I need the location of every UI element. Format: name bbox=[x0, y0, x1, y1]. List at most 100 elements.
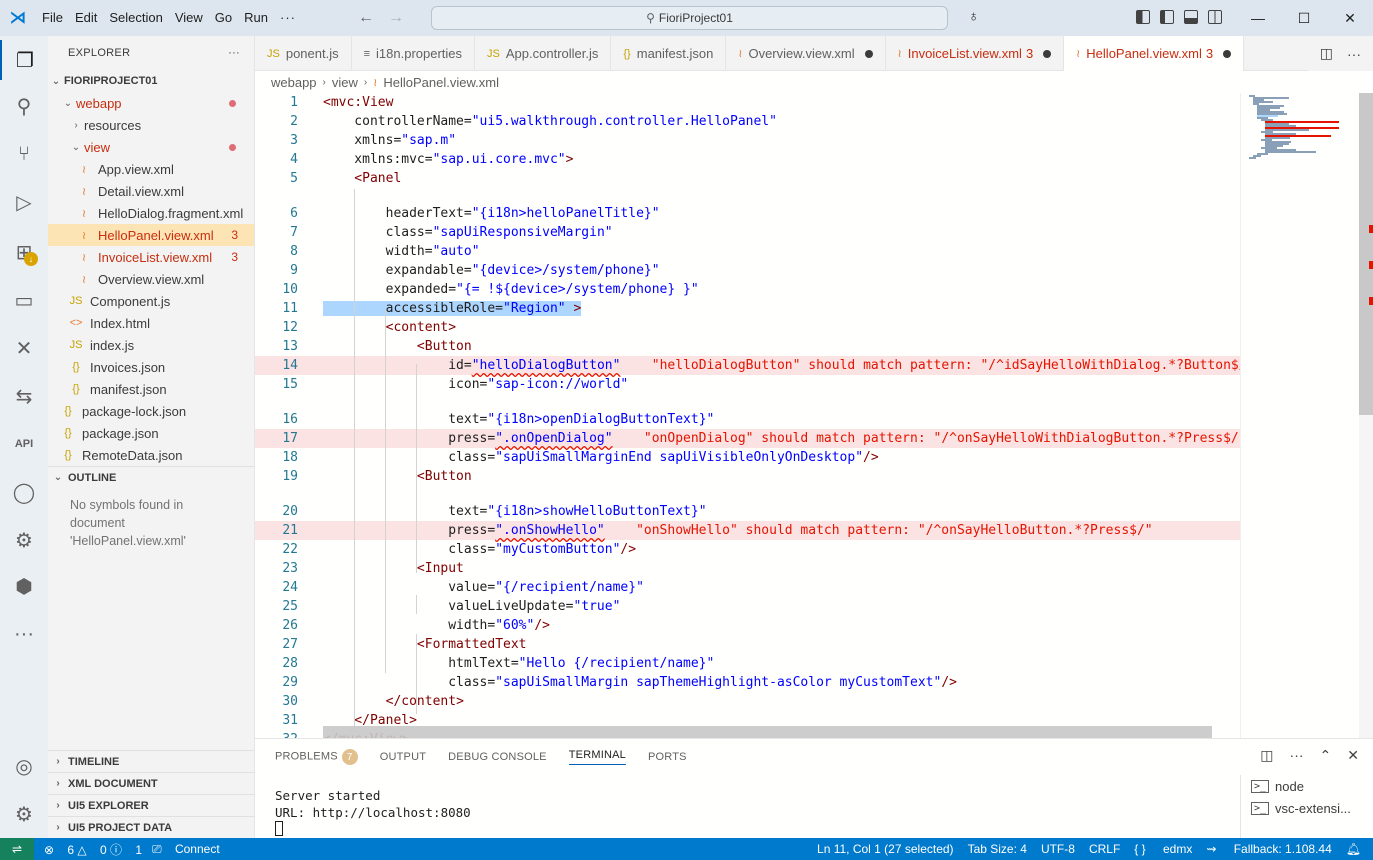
code-line[interactable]: 29 class="sapUiSmallMargin sapThemeHighl… bbox=[255, 673, 1240, 692]
editor-more-icon[interactable]: ··· bbox=[1347, 46, 1361, 62]
tree-item[interactable]: ≀ Detail.view.xml bbox=[48, 180, 254, 202]
tree-item[interactable]: {} RemoteData.json bbox=[48, 444, 254, 466]
menu-item[interactable]: Run bbox=[238, 0, 274, 36]
editor-tab[interactable]: ≀ InvoiceList.view.xml 3 bbox=[886, 36, 1065, 71]
editor-tab[interactable]: {} manifest.json bbox=[611, 36, 727, 71]
tree-item[interactable]: JS Component.js bbox=[48, 290, 254, 312]
close-window-icon[interactable]: ✕ bbox=[1327, 0, 1373, 36]
tree-item[interactable]: JS index.js bbox=[48, 334, 254, 356]
code-line[interactable]: 23 <Input bbox=[255, 559, 1240, 578]
editor-tab[interactable]: ≀ Overview.view.xml bbox=[726, 36, 886, 71]
code-line[interactable]: 12 <content> bbox=[255, 318, 1240, 337]
database-icon[interactable]: ◯ bbox=[0, 472, 48, 512]
code-editor[interactable]: 1 <mvc:View 2 controllerName="ui5.walkthro… bbox=[255, 93, 1240, 738]
tree-item[interactable]: ≀ HelloPanel.view.xml 3 bbox=[48, 224, 254, 246]
split-terminal-icon[interactable]: ◫ bbox=[1260, 747, 1273, 764]
terminal-output[interactable]: Server started URL: http://localhost:808… bbox=[275, 787, 471, 840]
panel-more-icon[interactable]: ··· bbox=[1290, 747, 1304, 764]
api-icon[interactable]: API bbox=[0, 424, 48, 464]
panel-tab[interactable]: TERMINAL bbox=[568, 749, 626, 765]
code-line[interactable]: 1 <mvc:View bbox=[255, 93, 1240, 112]
code-line[interactable]: 14 id="helloDialogButton" "helloDialogBu… bbox=[255, 356, 1240, 375]
breadcrumb-item[interactable]: HelloPanel.view.xml bbox=[383, 75, 499, 90]
code-line[interactable]: 22 class="myCustomButton"/> bbox=[255, 540, 1240, 559]
section-header[interactable]: › XML DOCUMENT bbox=[48, 772, 255, 794]
code-line[interactable]: 24 value="{/recipient/name}" bbox=[255, 578, 1240, 597]
code-line[interactable]: 20 text="{i18n>showHelloButtonText}" bbox=[255, 502, 1240, 521]
copilot-icon[interactable]: ♁ bbox=[968, 8, 979, 25]
cds-icon[interactable]: ⚙ bbox=[0, 520, 48, 560]
connect-status[interactable]: ⎚ Connect bbox=[152, 842, 220, 857]
language-mode[interactable]: { } edmx bbox=[1134, 842, 1192, 856]
scrollbar-thumb[interactable] bbox=[1359, 93, 1373, 415]
explorer-more-icon[interactable]: ··· bbox=[228, 47, 240, 59]
end-of-line[interactable]: CRLF bbox=[1089, 842, 1120, 856]
unsaved-dot-icon[interactable] bbox=[1223, 49, 1232, 58]
account-icon[interactable]: ◎ bbox=[0, 746, 48, 786]
tree-item[interactable]: ≀ Overview.view.xml bbox=[48, 268, 254, 290]
toggle-panel-icon[interactable] bbox=[1184, 10, 1198, 24]
tools-icon[interactable]: ✕ bbox=[0, 328, 48, 368]
notifications-bell-icon[interactable]: 🔔︎ bbox=[1346, 842, 1361, 856]
source-control-icon[interactable]: ⑂ bbox=[0, 134, 48, 174]
cursor-position[interactable]: Ln 11, Col 1 (27 selected) bbox=[817, 842, 954, 856]
code-line[interactable]: 26 width="60%"/> bbox=[255, 616, 1240, 635]
section-header[interactable]: › TIMELINE bbox=[48, 750, 255, 772]
tree-item[interactable]: {} package-lock.json bbox=[48, 400, 254, 422]
code-line[interactable]: 17 press=".onOpenDialog" "onOpenDialog" … bbox=[255, 429, 1240, 448]
code-line[interactable]: 2 controllerName="ui5.walkthrough.contro… bbox=[255, 112, 1240, 131]
toggle-sidebar-icon[interactable] bbox=[1160, 10, 1174, 24]
minimize-icon[interactable]: — bbox=[1235, 0, 1281, 36]
breadcrumb-item[interactable]: view bbox=[332, 75, 358, 90]
horizontal-scrollbar[interactable] bbox=[323, 726, 1212, 738]
code-line[interactable]: 3 xmlns="sap.m" bbox=[255, 131, 1240, 150]
more-views-icon[interactable]: ··· bbox=[0, 614, 48, 654]
menu-more[interactable]: ··· bbox=[274, 0, 302, 36]
menu-item[interactable]: Go bbox=[209, 0, 238, 36]
maximize-panel-icon[interactable]: ⌃ bbox=[1320, 747, 1332, 764]
panel-tab[interactable]: PORTS bbox=[648, 751, 687, 763]
panel-tab[interactable]: DEBUG CONSOLE bbox=[448, 751, 547, 763]
code-line[interactable]: 15 icon="sap-icon://world" bbox=[255, 375, 1240, 394]
toggle-secondary-sidebar-icon[interactable] bbox=[1208, 10, 1222, 24]
code-line[interactable]: 30 </content> bbox=[255, 692, 1240, 711]
code-line[interactable]: 25 valueLiveUpdate="true" bbox=[255, 597, 1240, 616]
tree-item[interactable]: <> Index.html bbox=[48, 312, 254, 334]
code-line[interactable]: 6 headerText="{i18n>helloPanelTitle}" bbox=[255, 204, 1240, 223]
vertical-scrollbar[interactable] bbox=[1359, 93, 1373, 738]
menu-item[interactable]: Selection bbox=[103, 0, 168, 36]
encoding[interactable]: UTF-8 bbox=[1041, 842, 1075, 856]
code-line[interactable]: 19 <Button bbox=[255, 467, 1240, 486]
close-panel-icon[interactable]: ✕ bbox=[1347, 747, 1359, 764]
tree-item[interactable]: ≀ InvoiceList.view.xml 3 bbox=[48, 246, 254, 268]
remote-indicator-icon[interactable]: ⇌ bbox=[0, 838, 34, 860]
code-line[interactable]: 9 expandable="{device>/system/phone}" bbox=[255, 261, 1240, 280]
minimap[interactable] bbox=[1240, 93, 1359, 738]
code-line[interactable]: 13 <Button bbox=[255, 337, 1240, 356]
editor-tab[interactable]: JS ponent.js bbox=[255, 36, 352, 71]
code-line[interactable]: 28 htmlText="Hello {/recipient/name}" bbox=[255, 654, 1240, 673]
tree-item[interactable]: ⌄ view bbox=[48, 136, 254, 158]
code-line[interactable]: 18 class="sapUiSmallMarginEnd sapUiVisib… bbox=[255, 448, 1240, 467]
tree-item[interactable]: {} package.json bbox=[48, 422, 254, 444]
unsaved-dot-icon[interactable] bbox=[864, 49, 873, 58]
code-line[interactable]: 4 xmlns:mvc="sap.ui.core.mvc"> bbox=[255, 150, 1240, 169]
code-line[interactable]: 11 accessibleRole="Region" > bbox=[255, 299, 1240, 318]
code-line[interactable]: 5 <Panel bbox=[255, 169, 1240, 188]
code-line[interactable]: 27 <FormattedText bbox=[255, 635, 1240, 654]
section-header[interactable]: › UI5 EXPLORER bbox=[48, 794, 255, 816]
editor-tab[interactable]: ≡ i18n.properties bbox=[352, 36, 476, 71]
manage-gear-icon[interactable]: ⚙ bbox=[0, 794, 48, 834]
run-debug-icon[interactable]: ▷ bbox=[0, 182, 48, 222]
ui5-fallback[interactable]: ⇝ Fallback: 1.108.44 bbox=[1206, 842, 1331, 856]
tree-item[interactable]: {} Invoices.json bbox=[48, 356, 254, 378]
tab-size[interactable]: Tab Size: 4 bbox=[968, 842, 1027, 856]
problems-status[interactable]: ⊗ 6 △ 0 ⓘ 1 bbox=[44, 841, 142, 858]
section-header[interactable]: › UI5 PROJECT DATA bbox=[48, 816, 255, 838]
search-view-icon[interactable]: ⚲ bbox=[0, 86, 48, 126]
extensions-icon[interactable]: ⊞ ↓ bbox=[0, 232, 48, 272]
code-line[interactable]: 10 expanded="{= !${device>/system/phone}… bbox=[255, 280, 1240, 299]
tree-item[interactable]: ≀ App.view.xml bbox=[48, 158, 254, 180]
sap-tools-icon[interactable]: ⇆ bbox=[0, 376, 48, 416]
outline-section-header[interactable]: ⌄ OUTLINE bbox=[48, 466, 254, 488]
